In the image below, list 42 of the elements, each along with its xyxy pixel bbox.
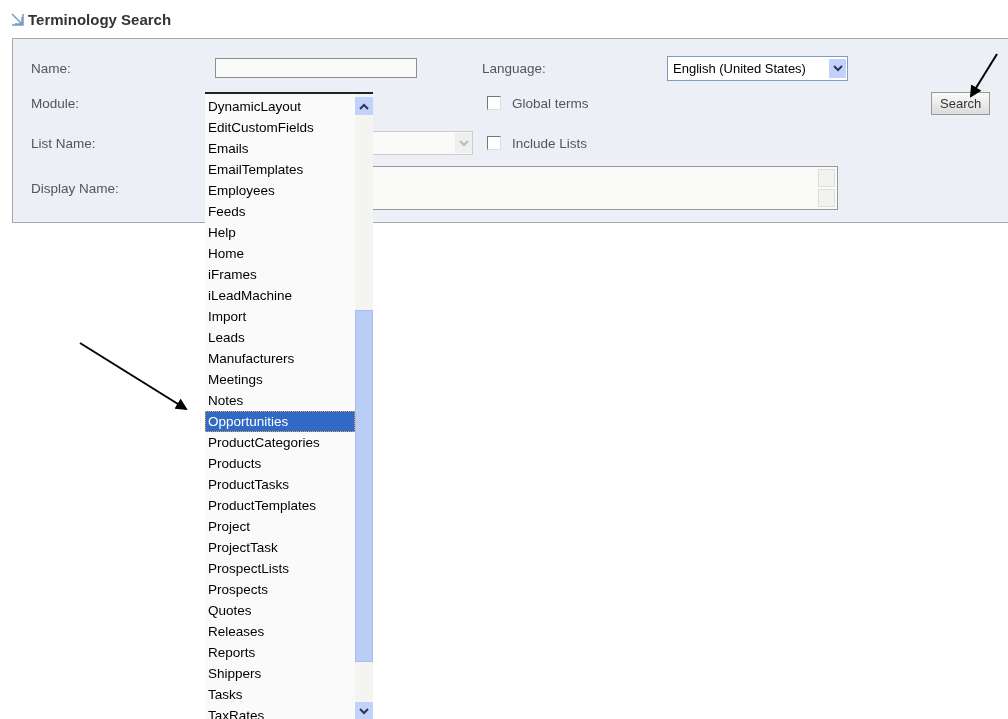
dropdown-option[interactable]: Reports [205,642,355,663]
field-label: Name: [31,60,72,76]
corner-arrow-icon [11,13,24,26]
dropdown-option[interactable]: Shippers [205,663,355,684]
dropdown-option[interactable]: Manufacturers [205,348,355,369]
page-title: Terminology Search [28,11,172,28]
dropdown-option[interactable]: Leads [205,327,355,348]
dropdown-option[interactable]: ProductTemplates [205,495,355,516]
dropdown-option[interactable]: Opportunities [205,411,355,432]
dropdown-option[interactable]: Products [205,453,355,474]
dropdown-option[interactable]: iFrames [205,264,355,285]
dropdown-option[interactable]: Emails [205,138,355,159]
checkbox[interactable] [487,96,501,110]
dropdown-option[interactable]: ProductTasks [205,474,355,495]
dropdown-option[interactable]: Prospects [205,579,355,600]
dropdown-option[interactable]: Feeds [205,201,355,222]
dropdown-option[interactable]: DynamicLayout [205,96,355,117]
checkbox-label: Include Lists [512,135,588,151]
dropdown-option[interactable]: Notes [205,390,355,411]
language-select[interactable]: English (United States) [667,55,848,81]
name-input[interactable] [215,58,417,78]
field-label: Language: [482,60,547,76]
dropdown-option[interactable]: Employees [205,180,355,201]
dropdown-option[interactable]: Meetings [205,369,355,390]
dropdown-option[interactable]: ProspectLists [205,558,355,579]
scrollbar[interactable] [355,94,373,719]
dropdown-option[interactable]: Quotes [205,600,355,621]
dropdown-option[interactable]: EmailTemplates [205,159,355,180]
dropdown-option[interactable]: ProductCategories [205,432,355,453]
dropdown-option[interactable]: ProjectTask [205,537,355,558]
dropdown-option[interactable]: Releases [205,621,355,642]
checkbox[interactable] [487,136,501,150]
dropdown-option[interactable]: Home [205,243,355,264]
dropdown-option[interactable]: EditCustomFields [205,117,355,138]
dropdown-option[interactable]: Tasks [205,684,355,705]
dropdown-option[interactable]: Project [205,516,355,537]
dropdown-option[interactable]: Import [205,306,355,327]
dropdown-option[interactable]: iLeadMachine [205,285,355,306]
dropdown-option[interactable]: Help [205,222,355,243]
search-button[interactable]: Search [931,91,991,115]
annotation-arrow [969,53,998,98]
checkbox-label: Global terms [512,95,589,111]
